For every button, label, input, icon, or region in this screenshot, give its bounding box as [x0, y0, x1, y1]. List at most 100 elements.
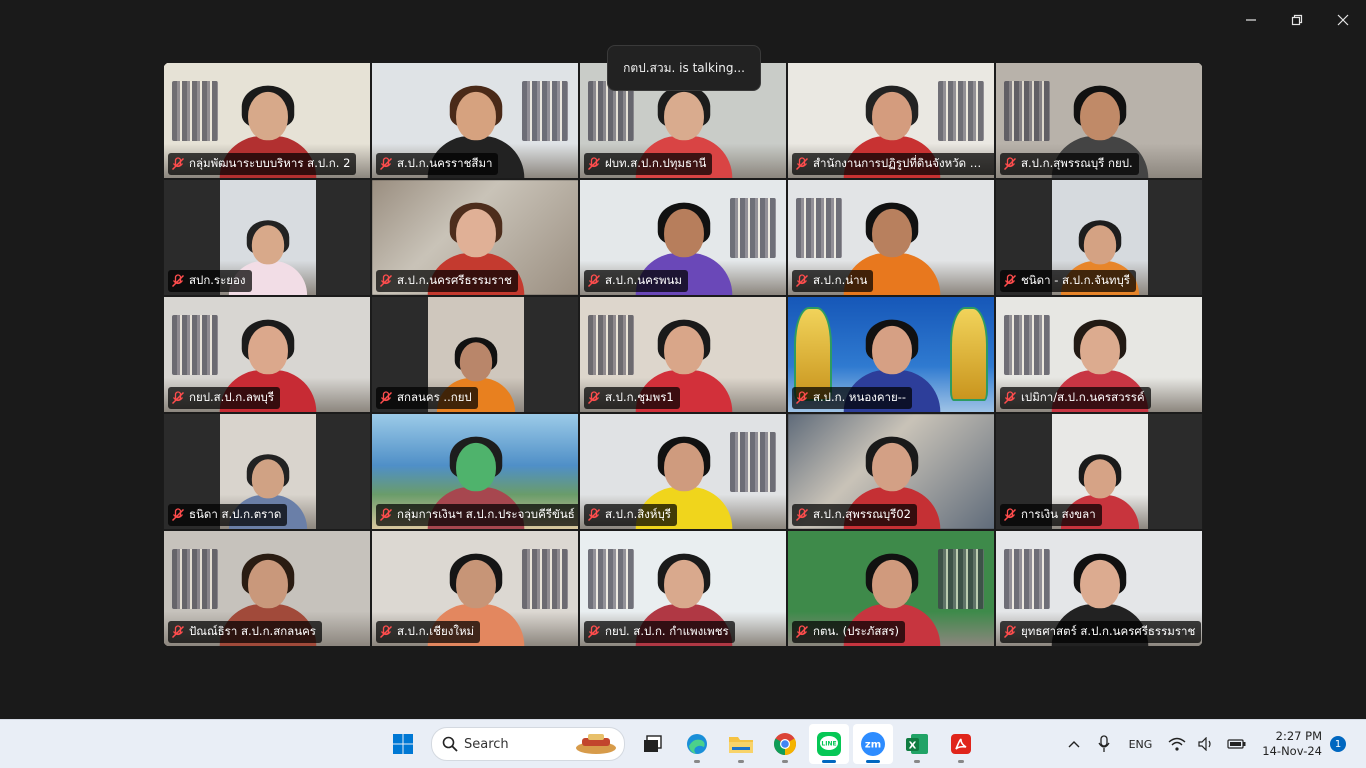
active-speaker-toast: กตป.สวม. is talking...: [607, 45, 761, 91]
search-box[interactable]: Search: [431, 727, 625, 761]
chrome-button[interactable]: [765, 724, 805, 764]
participant-name-label: ส.ป.ก.เชียงใหม่: [376, 621, 481, 643]
participant-name: ธนิดา ส.ป.ก.ตราด: [189, 507, 282, 521]
participant-tile[interactable]: เปมิกา/ส.ป.ก.นครสวรรค์: [995, 296, 1203, 413]
line-icon: LINE: [817, 732, 841, 756]
participant-tile[interactable]: ส.ป.ก.นครราชสีมา: [371, 62, 579, 179]
acrobat-button[interactable]: [941, 724, 981, 764]
muted-mic-icon: [795, 508, 809, 522]
line-indicator: [822, 760, 836, 763]
participant-tile[interactable]: กยป.ส.ป.ก.ลพบุรี: [163, 296, 371, 413]
participant-tile[interactable]: ส.ป.ก.สุพรรณบุรี กยป.: [995, 62, 1203, 179]
participant-name-label: ส.ป.ก.นครพนม: [584, 270, 689, 292]
muted-mic-icon: [1003, 274, 1017, 288]
participant-tile[interactable]: ส.ป.ก.นครพนม: [579, 179, 787, 296]
participant-tile[interactable]: กตน. (ประภัสสร): [787, 530, 995, 647]
participant-name-label: เปมิกา/ส.ป.ก.นครสวรรค์: [1000, 387, 1151, 409]
participant-tile[interactable]: กลุ่มการเงินฯ ส.ป.ก.ประจวบคีรีขันธ์: [371, 413, 579, 530]
background-shelf: [522, 81, 568, 141]
language-indicator[interactable]: ENG: [1129, 738, 1153, 751]
participant-name: ส.ป.ก.ชุมพร1: [605, 390, 674, 404]
muted-mic-icon: [171, 391, 185, 405]
participant-tile[interactable]: สำนักงานการปฏิรูปที่ดินจังหวัด ลำป...: [787, 62, 995, 179]
participant-tile[interactable]: ส.ป.ก.เชียงใหม่: [371, 530, 579, 647]
participant-name-label: กลุ่มพัฒนาระบบบริหาร ส.ป.ก. 2: [168, 153, 357, 175]
participant-tile[interactable]: ส.ป.ก.นครศรีธรรมราช: [371, 179, 579, 296]
participant-name: กลุ่มพัฒนาระบบบริหาร ส.ป.ก. 2: [189, 156, 351, 170]
background-shelf: [522, 549, 568, 609]
participant-name: ฝบท.ส.ป.ก.ปทุมธานี: [605, 156, 707, 170]
participant-name-label: ส.ป.ก.นครราชสีมา: [376, 153, 499, 175]
participant-name-label: ส.ป.ก.ชุมพร1: [584, 387, 680, 409]
clock[interactable]: 2:27 PM 14-Nov-24: [1262, 729, 1322, 759]
participant-name-label: ส.ป.ก. หนองคาย--: [792, 387, 913, 409]
participant-name: ส.ป.ก.สิงห์บุรี: [605, 507, 671, 521]
muted-mic-icon: [171, 157, 185, 171]
participant-tile[interactable]: ส.ป.ก.ชุมพร1: [579, 296, 787, 413]
show-hidden-icons-button[interactable]: [1061, 731, 1087, 757]
participant-name-label: ส.ป.ก.นครศรีธรรมราช: [376, 270, 518, 292]
volume-icon: [1198, 737, 1211, 751]
search-icon: [442, 736, 458, 752]
svg-text:X: X: [909, 741, 917, 752]
participant-name-label: ส.ป.ก.น่าน: [792, 270, 874, 292]
participant-name: สกลนคร ..กยป: [397, 390, 472, 404]
line-button[interactable]: LINE: [809, 724, 849, 764]
participant-tile[interactable]: ส.ป.ก.น่าน: [787, 179, 995, 296]
svg-text:LINE: LINE: [821, 741, 836, 748]
participant-tile[interactable]: กยป. ส.ป.ก. กำแพงเพชร: [579, 530, 787, 647]
participant-tile[interactable]: สกลนคร ..กยป: [371, 296, 579, 413]
participant-name-label: กยป. ส.ป.ก. กำแพงเพชร: [584, 621, 735, 643]
wifi-button[interactable]: [1164, 731, 1190, 757]
muted-mic-icon: [171, 508, 185, 522]
file-explorer-button[interactable]: [721, 724, 761, 764]
participant-name: กยป. ส.ป.ก. กำแพงเพชร: [605, 624, 729, 638]
participant-name: ส.ป.ก.นครราชสีมา: [397, 156, 493, 170]
participant-name-label: ฝบท.ส.ป.ก.ปทุมธานี: [584, 153, 713, 175]
participant-name: ส.ป.ก.เชียงใหม่: [397, 624, 475, 638]
acrobat-indicator: [958, 760, 964, 763]
participant-tile[interactable]: ชนิดา - ส.ป.ก.จันทบุรี: [995, 179, 1203, 296]
notification-badge[interactable]: 1: [1330, 736, 1346, 752]
muted-mic-icon: [379, 508, 393, 522]
volume-button[interactable]: [1194, 731, 1220, 757]
chrome-indicator: [782, 760, 788, 763]
participant-tile[interactable]: ส.ป.ก.สุพรรณบุรี02: [787, 413, 995, 530]
participant-tile[interactable]: สปก.ระยอง: [163, 179, 371, 296]
task-view-button[interactable]: [633, 724, 673, 764]
background-shelf: [1004, 81, 1050, 141]
edge-button[interactable]: [677, 724, 717, 764]
muted-mic-icon: [1003, 508, 1017, 522]
muted-mic-icon: [587, 508, 601, 522]
participant-tile[interactable]: ยุทธศาสตร์ ส.ป.ก.นครศรีธรรมราช: [995, 530, 1203, 647]
wifi-icon: [1168, 737, 1186, 751]
participant-tile[interactable]: การเงิน สงขลา: [995, 413, 1203, 530]
zoom-button[interactable]: zm: [853, 724, 893, 764]
naga-decoration: [950, 307, 988, 401]
participant-tile[interactable]: ธนิดา ส.ป.ก.ตราด: [163, 413, 371, 530]
participant-name-label: สปก.ระยอง: [168, 270, 252, 292]
participant-tile[interactable]: ส.ป.ก.สิงห์บุรี: [579, 413, 787, 530]
minimize-icon: [1246, 19, 1256, 21]
battery-button[interactable]: [1224, 731, 1250, 757]
participant-name: ชนิดา - ส.ป.ก.จันทบุรี: [1021, 273, 1130, 287]
participant-tile[interactable]: ปัณณ์ธิรา ส.ป.ก.สกลนคร: [163, 530, 371, 647]
participant-tile[interactable]: ส.ป.ก. หนองคาย--: [787, 296, 995, 413]
active-speaker-text: กตป.สวม. is talking...: [623, 60, 745, 75]
minimize-button[interactable]: [1228, 0, 1274, 40]
participant-name-label: สกลนคร ..กยป: [376, 387, 478, 409]
window-controls: [1228, 0, 1366, 40]
excel-button[interactable]: X: [897, 724, 937, 764]
muted-mic-icon: [587, 274, 601, 288]
microphone-button[interactable]: [1091, 731, 1117, 757]
background-shelf: [730, 432, 776, 492]
close-button[interactable]: [1320, 0, 1366, 40]
excel-indicator: [914, 760, 920, 763]
start-button[interactable]: [383, 724, 423, 764]
muted-mic-icon: [795, 391, 809, 405]
participant-tile[interactable]: กลุ่มพัฒนาระบบบริหาร ส.ป.ก. 2: [163, 62, 371, 179]
background-shelf: [938, 81, 984, 141]
microphone-icon: [1098, 735, 1110, 752]
video-gallery: กลุ่มพัฒนาระบบบริหาร ส.ป.ก. 2 ส.ป.ก.นครรา…: [163, 62, 1203, 647]
restore-button[interactable]: [1274, 0, 1320, 40]
